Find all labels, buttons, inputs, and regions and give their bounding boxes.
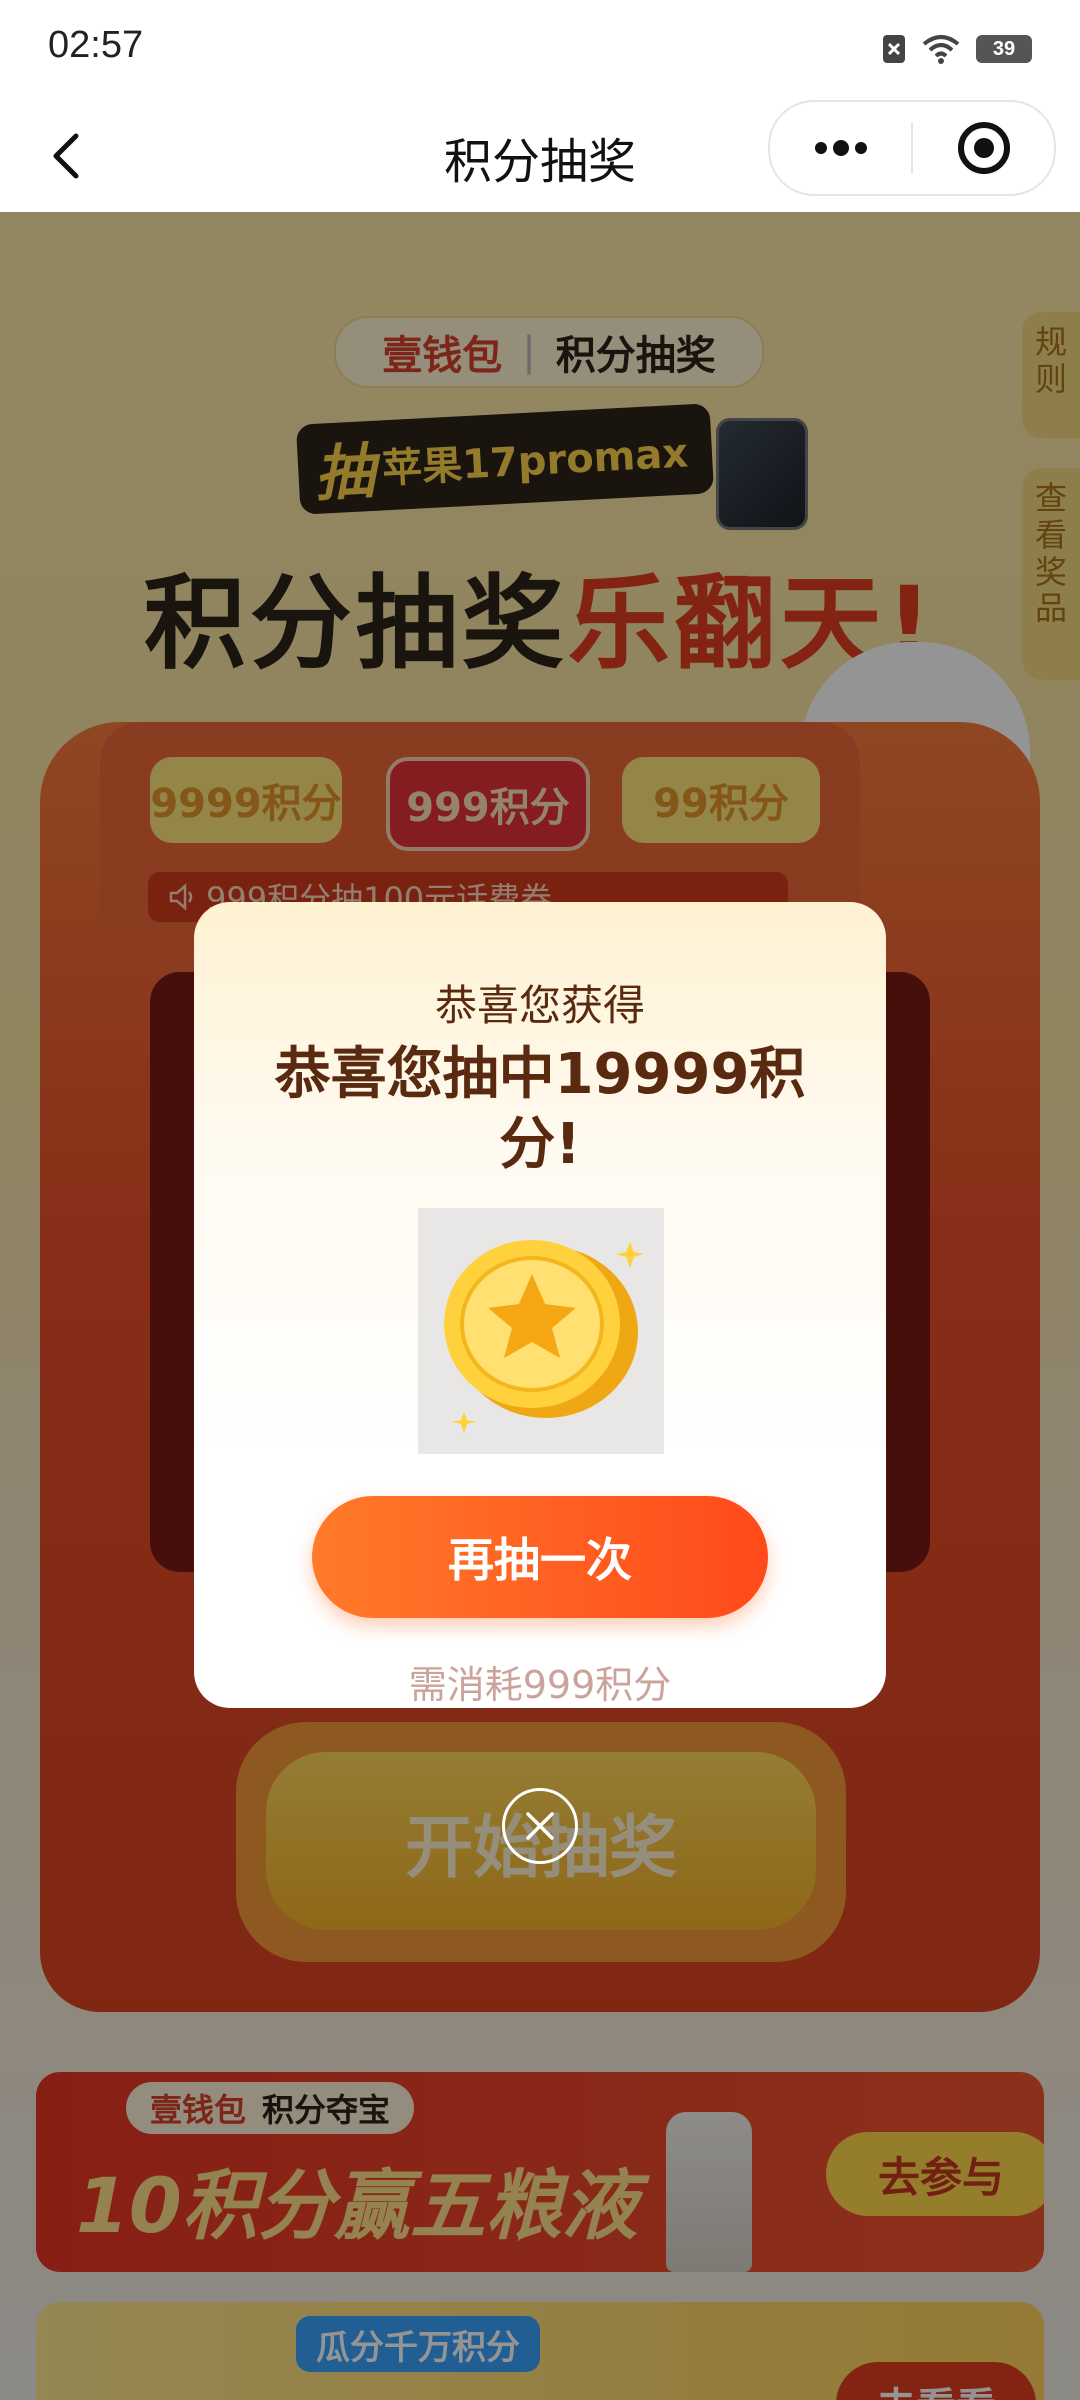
status-bar: 02:57 39 (0, 0, 1080, 100)
dialog-subtitle: 恭喜您获得 (434, 981, 645, 1030)
close-dialog-button[interactable] (502, 1788, 578, 1864)
coin-prize-image (418, 1208, 664, 1454)
status-time: 02:57 (48, 24, 144, 66)
close-icon (526, 1812, 554, 1840)
mini-program-capsule (768, 100, 1056, 196)
sim-off-icon (883, 35, 905, 63)
close-miniprogram-button[interactable] (913, 102, 1054, 194)
star-coin-icon (444, 1240, 644, 1433)
prize-dialog: 恭喜您获得 恭喜您抽中19999积分! 再抽一次 需消耗999积分 (194, 902, 886, 1708)
cost-note: 需消耗999积分 (408, 1663, 672, 1707)
target-circle-icon (957, 122, 1010, 174)
more-dots-icon (814, 140, 867, 156)
dialog-title: 恭喜您抽中19999积分! (274, 1042, 806, 1177)
wifi-icon (922, 35, 960, 64)
status-icons: 39 (882, 34, 1032, 64)
battery-icon: 39 (976, 35, 1032, 63)
more-menu-button[interactable] (770, 102, 911, 194)
nav-bar: 积分抽奖 (0, 100, 1080, 212)
draw-again-button[interactable]: 再抽一次 (312, 1496, 768, 1618)
